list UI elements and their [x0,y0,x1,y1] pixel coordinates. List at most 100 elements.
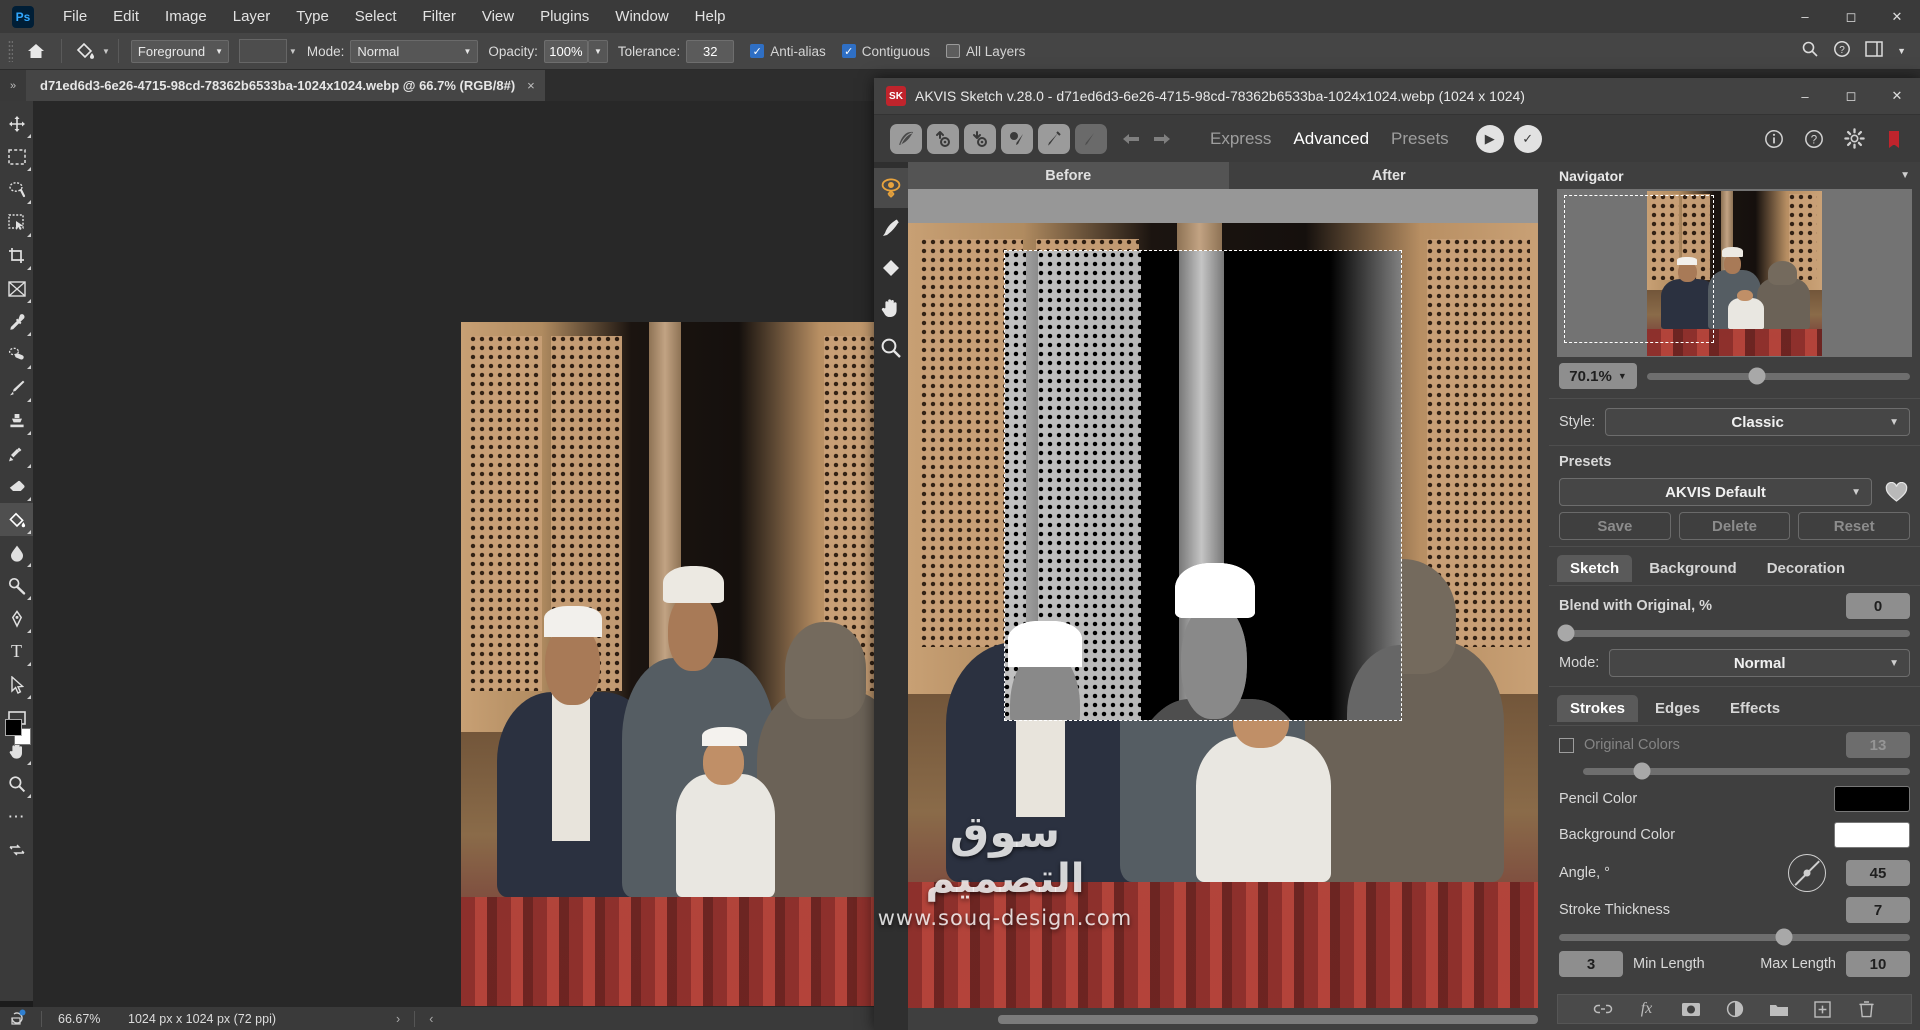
new-group-icon[interactable] [1768,998,1790,1020]
healing-brush-tool[interactable] [0,338,33,371]
slider-knob[interactable] [1775,928,1793,946]
tab-advanced[interactable]: Advanced [1293,129,1369,149]
presets-select[interactable]: AKVIS Default ▼ [1559,478,1872,506]
tab-sketch[interactable]: Sketch [1557,555,1633,582]
slider-knob[interactable] [1557,624,1575,642]
close-icon[interactable]: ✕ [1874,0,1920,33]
menu-plugins[interactable]: Plugins [527,0,602,33]
document-tab[interactable]: d71ed6d3-6e26-4715-98cd-78362b6533ba-102… [26,70,546,101]
menu-type[interactable]: Type [283,0,342,33]
fx-icon[interactable]: fx [1636,998,1658,1020]
path-selection-tool[interactable] [0,668,33,701]
settings-gear-icon[interactable] [1842,127,1866,151]
save-image-button[interactable] [1001,123,1033,154]
blend-mode-select[interactable]: Normal ▼ [350,39,479,63]
eyedropper-tool[interactable] [0,305,33,338]
exit-icon[interactable] [1882,127,1906,151]
marquee-tool[interactable] [0,140,33,173]
options-bar-grip[interactable] [8,40,13,62]
delete-preset-button[interactable]: Delete [1678,512,1791,540]
paint-bucket-tool[interactable] [0,503,33,536]
chevron-down-icon[interactable]: ▼ [1900,170,1910,181]
panel-expand-button[interactable]: » [0,70,26,101]
menu-filter[interactable]: Filter [410,0,469,33]
dodge-tool[interactable] [0,569,33,602]
foreground-background-color[interactable] [5,719,31,745]
tab-edges[interactable]: Edges [1642,695,1713,722]
status-document-info[interactable]: 1024 px x 1024 px (72 ppi) [128,1012,276,1026]
home-icon[interactable] [23,38,49,64]
tab-after[interactable]: After [1228,162,1549,189]
stroke-thickness-value[interactable]: 7 [1846,897,1910,923]
slider-knob[interactable] [1748,367,1766,385]
maximize-icon[interactable]: ◻ [1828,0,1874,33]
tab-express[interactable]: Express [1210,129,1271,149]
original-colors-checkbox[interactable] [1559,737,1574,753]
foreground-color-swatch[interactable] [5,719,22,736]
preview-horizontal-scrollbar[interactable] [908,1008,1549,1030]
mode-select[interactable]: Normal ▼ [1609,649,1910,677]
heart-icon[interactable] [1882,479,1910,505]
new-layer-icon[interactable] [1812,998,1834,1020]
stroke-thickness-slider[interactable] [1559,928,1910,946]
help-icon[interactable]: ? [1802,127,1826,151]
search-icon[interactable] [1801,40,1819,63]
fill-source-select[interactable]: Foreground ▼ [130,39,229,63]
tab-effects[interactable]: Effects [1717,695,1793,722]
preview-vertical-scrollbar[interactable] [1538,189,1549,1008]
menu-layer[interactable]: Layer [220,0,284,33]
preview-selection-region[interactable] [1004,250,1402,722]
angle-dial-icon[interactable] [1788,854,1826,892]
tab-presets[interactable]: Presets [1391,129,1449,149]
redo-arrow-icon[interactable] [1149,125,1175,153]
export-settings-button[interactable] [964,123,996,154]
help-icon[interactable]: ? [1833,40,1851,63]
background-color-swatch[interactable] [1834,822,1910,848]
pattern-chevron-down-icon[interactable]: ▼ [289,47,297,56]
workspace-icon[interactable] [1865,40,1883,62]
pen-tool[interactable] [0,602,33,635]
link-icon[interactable] [1592,998,1614,1020]
blend-slider[interactable] [1557,624,1910,642]
angle-value[interactable]: 45 [1846,860,1910,886]
maximize-icon[interactable]: ◻ [1828,78,1874,115]
zoom-level-select[interactable]: 70.1% ▼ [1559,363,1637,389]
adjustment-layer-icon[interactable] [1724,998,1746,1020]
min-length-value[interactable]: 3 [1559,951,1623,977]
open-image-button[interactable] [890,123,922,154]
hand-tool[interactable] [874,288,908,328]
navigator-viewport-rect[interactable] [1564,195,1714,343]
zoom-tool[interactable] [0,767,33,800]
navigator-thumbnail[interactable] [1557,189,1912,357]
import-settings-button[interactable] [927,123,959,154]
chevron-down-icon[interactable]: ▼ [1897,46,1906,56]
apply-icon[interactable]: ✓ [1513,124,1542,153]
pencil-color-swatch[interactable] [1834,786,1910,812]
tab-before[interactable]: Before [908,162,1229,189]
history-brush-tool[interactable] [0,437,33,470]
status-expand-arrow[interactable]: › [396,1012,400,1026]
tool-preset-chevron-down-icon[interactable]: ▼ [102,47,110,56]
pattern-swatch[interactable] [238,39,287,63]
clone-stamp-tool[interactable] [0,404,33,437]
object-selection-tool[interactable] [0,206,33,239]
save-preset-button[interactable]: Save [1559,512,1671,540]
lasso-tool[interactable] [0,173,33,206]
original-colors-slider[interactable] [1583,762,1910,780]
print-button[interactable] [1038,123,1070,154]
zoom-slider[interactable] [1647,367,1910,385]
run-icon[interactable]: ▶ [1475,124,1504,153]
status-collapse-arrow[interactable]: ‹ [429,1012,433,1026]
menu-window[interactable]: Window [602,0,681,33]
more-tools[interactable]: ⋯ [0,800,33,833]
menu-file[interactable]: File [50,0,100,33]
tab-decoration[interactable]: Decoration [1754,555,1858,582]
eraser-tool[interactable] [0,470,33,503]
layer-mask-icon[interactable] [1680,998,1702,1020]
close-icon[interactable]: × [527,78,535,93]
frame-tool[interactable] [0,272,33,305]
zoom-tool[interactable] [874,328,908,368]
slider-knob[interactable] [1633,762,1651,780]
contiguous-checkbox[interactable]: ✓ Contiguous [841,44,930,59]
opacity-input[interactable]: 100% [543,39,588,63]
